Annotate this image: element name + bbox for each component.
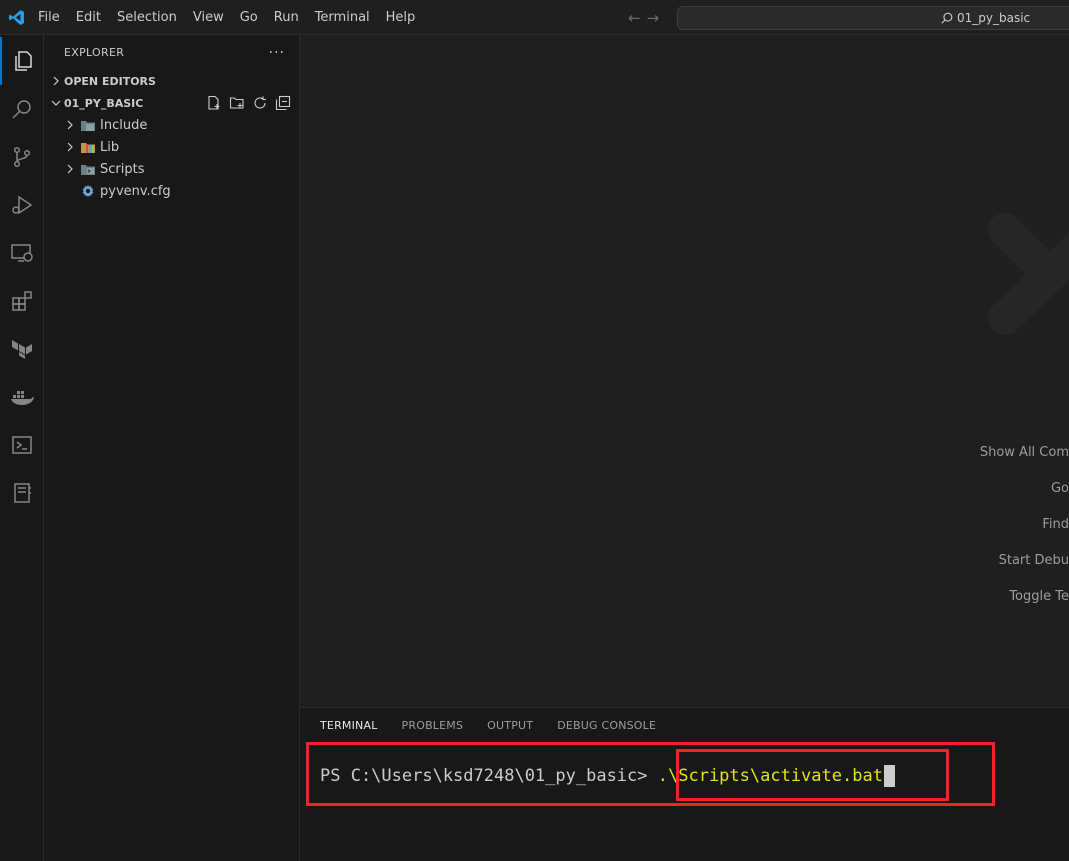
new-folder-icon[interactable] (229, 95, 245, 111)
search-icon (941, 12, 953, 24)
remote-explorer-icon[interactable] (0, 229, 44, 277)
folder-label: 01_PY_BASIC (64, 96, 144, 110)
navigation-arrows: ← → (628, 0, 659, 35)
panel-tabs: TERMINAL PROBLEMS OUTPUT DEBUG CONSOLE (300, 708, 1069, 744)
tree-item-lib[interactable]: Lib (44, 136, 299, 158)
folder-section[interactable]: 01_PY_BASIC (44, 92, 299, 114)
hint-show-all-commands: Show All Com (979, 445, 1069, 460)
forward-arrow-icon[interactable]: → (647, 9, 660, 27)
tab-output[interactable]: OUTPUT (479, 708, 541, 744)
command-center-search[interactable]: 01_py_basic (677, 6, 1069, 30)
collapse-all-icon[interactable] (275, 95, 291, 111)
chevron-right-icon (62, 164, 78, 174)
docker-icon[interactable] (0, 373, 44, 421)
tab-terminal[interactable]: TERMINAL (312, 708, 386, 744)
menu-bar: File Edit Selection View Go Run Terminal… (30, 0, 423, 35)
activity-bar (0, 35, 44, 861)
search-text: 01_py_basic (957, 11, 1031, 25)
vscode-logo-icon[interactable] (2, 0, 30, 35)
editor-area: Show All Com Go Find Start Debu Toggle T… (300, 35, 1069, 707)
extensions-icon[interactable] (0, 277, 44, 325)
menu-go[interactable]: Go (232, 0, 266, 35)
chevron-right-icon (62, 142, 78, 152)
chevron-right-icon (62, 120, 78, 130)
sidebar-header: EXPLORER ··· (44, 35, 299, 70)
refresh-icon[interactable] (252, 95, 268, 111)
hint-toggle-terminal: Toggle Te (1009, 589, 1069, 604)
terraform-icon[interactable] (0, 325, 44, 373)
menu-selection[interactable]: Selection (109, 0, 185, 35)
hint-go-to-file: Go (1050, 481, 1069, 496)
tree-item-scripts[interactable]: Scripts (44, 158, 299, 180)
powershell-icon[interactable] (0, 421, 44, 469)
tree-item-label: Scripts (100, 161, 145, 177)
tree-item-label: Lib (100, 139, 120, 155)
open-editors-section[interactable]: OPEN EDITORS (44, 70, 299, 92)
run-debug-icon[interactable] (0, 181, 44, 229)
highlight-box-command (676, 749, 949, 801)
hint-start-debugging: Start Debu (998, 553, 1069, 568)
source-control-icon[interactable] (0, 133, 44, 181)
open-editors-label: OPEN EDITORS (64, 74, 156, 88)
tree-item-pyvenv-cfg[interactable]: pyvenv.cfg (44, 180, 299, 202)
sidebar-title: EXPLORER (64, 46, 125, 59)
title-bar: File Edit Selection View Go Run Terminal… (0, 0, 1069, 35)
chevron-down-icon (48, 98, 64, 108)
explorer-icon[interactable] (0, 37, 44, 85)
back-arrow-icon[interactable]: ← (628, 9, 641, 27)
tree-item-label: pyvenv.cfg (100, 183, 171, 199)
chevron-right-icon (48, 76, 64, 86)
folder-lib-icon (80, 139, 96, 155)
search-icon[interactable] (0, 85, 44, 133)
tab-debug-console[interactable]: DEBUG CONSOLE (549, 708, 664, 744)
vscode-watermark-icon (988, 213, 1069, 335)
folder-actions (206, 95, 299, 111)
explorer-sidebar: EXPLORER ··· OPEN EDITORS 01_PY_BASIC In… (44, 35, 300, 861)
notebook-icon[interactable] (0, 469, 44, 517)
menu-terminal[interactable]: Terminal (307, 0, 378, 35)
folder-include-icon (80, 117, 96, 133)
menu-run[interactable]: Run (266, 0, 307, 35)
tree-item-include[interactable]: Include (44, 114, 299, 136)
menu-file[interactable]: File (30, 0, 68, 35)
bottom-panel: TERMINAL PROBLEMS OUTPUT DEBUG CONSOLE P… (300, 707, 1069, 861)
menu-edit[interactable]: Edit (68, 0, 109, 35)
folder-scripts-icon (80, 161, 96, 177)
menu-view[interactable]: View (185, 0, 232, 35)
hint-find-in-files: Find (1042, 517, 1069, 532)
menu-help[interactable]: Help (378, 0, 424, 35)
tab-problems[interactable]: PROBLEMS (394, 708, 472, 744)
new-file-icon[interactable] (206, 95, 222, 111)
tree-item-label: Include (100, 117, 148, 133)
gear-icon (80, 183, 96, 199)
more-actions-icon[interactable]: ··· (269, 45, 285, 61)
